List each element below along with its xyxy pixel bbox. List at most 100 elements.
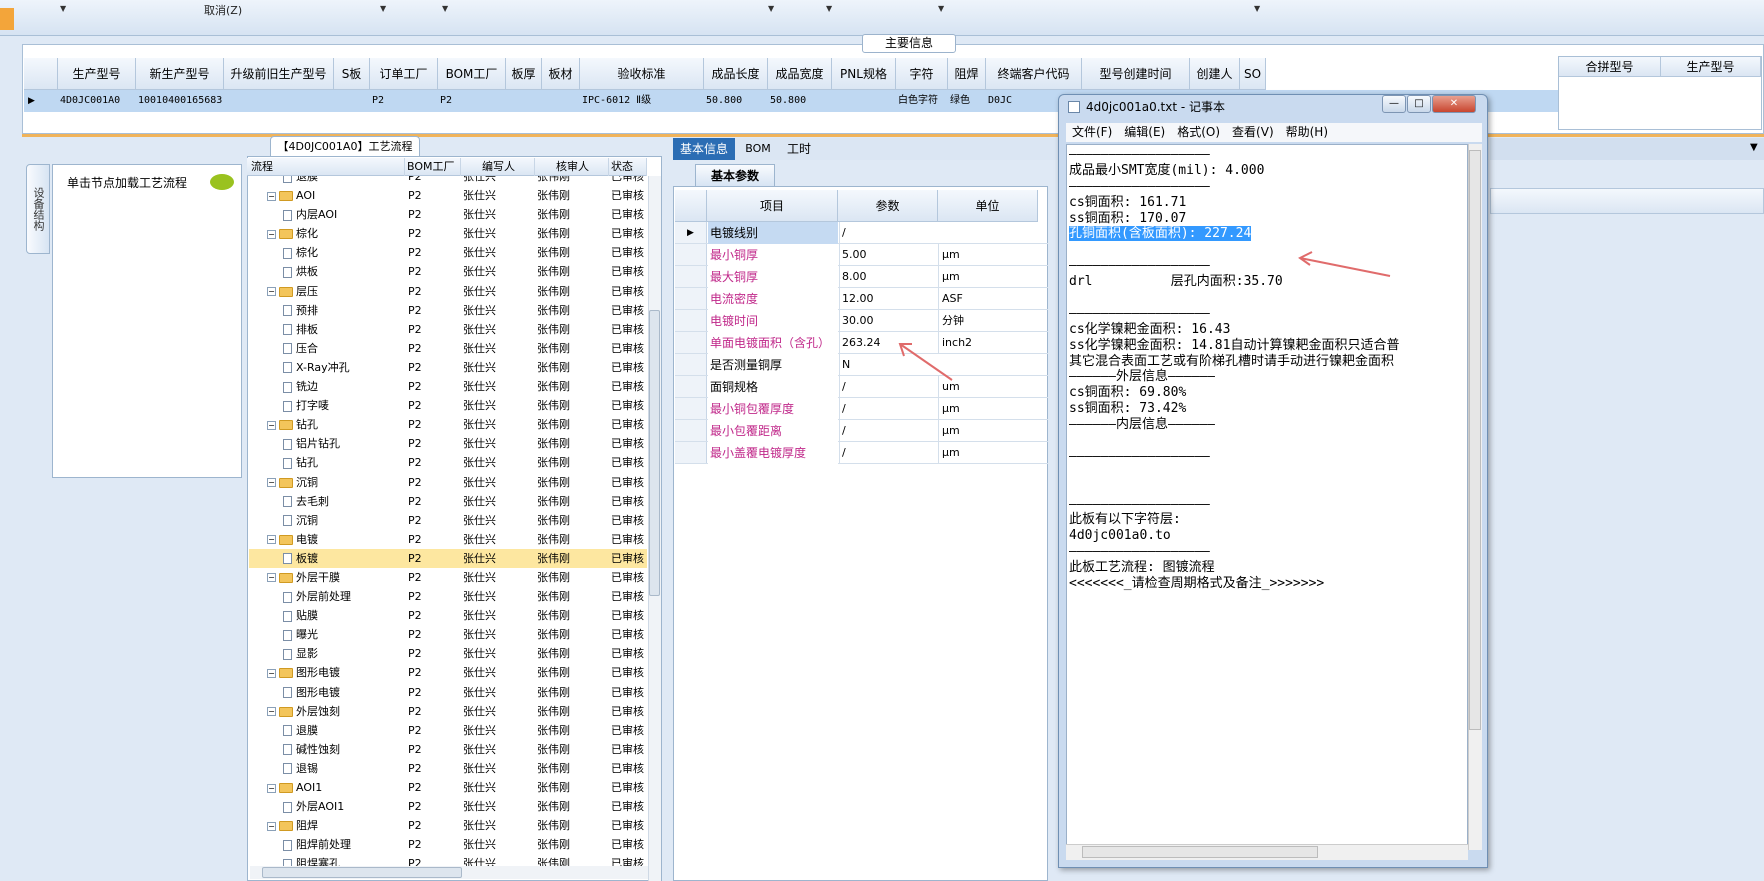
main-cell[interactable] [226,90,334,112]
collapse-icon[interactable]: − [267,573,276,583]
tree-node[interactable]: 钻孔 [283,453,405,472]
tree-row[interactable]: 图形电镀 P2 张仕兴 张伟刚 已审核 [249,683,647,702]
collapse-icon[interactable]: − [267,783,276,793]
param-row[interactable]: 最小包覆距离 / μm [675,420,1048,442]
main-cell[interactable]: 10010400165683 [138,90,224,112]
param-value[interactable]: / [839,442,938,464]
tree-node[interactable]: − 钻孔 [267,415,405,434]
main-cell[interactable]: 4D0JC001A0 [60,90,136,112]
tree-node[interactable]: − 沉铜 [267,473,405,492]
tree-row[interactable]: − 图形电镀 P2 张仕兴 张伟刚 已审核 [249,663,647,682]
tree-node[interactable]: − 层压 [267,282,405,301]
collapse-icon[interactable]: − [267,287,276,297]
tree-node[interactable]: 外层前处理 [283,587,405,606]
tree-row[interactable]: 碱性蚀刻 P2 张仕兴 张伟刚 已审核 [249,740,647,759]
tree-row[interactable]: 沉铜 P2 张仕兴 张伟刚 已审核 [249,511,647,530]
tree-row[interactable]: − 沉铜 P2 张仕兴 张伟刚 已审核 [249,473,647,492]
chevron-down-icon[interactable]: ▼ [826,4,832,13]
notepad-menu-item[interactable]: 文件(F) [1072,125,1112,139]
tree-node[interactable]: 排板 [283,320,405,339]
tree-row[interactable]: 去毛刺 P2 张仕兴 张伟刚 已审核 [249,492,647,511]
tree-row[interactable]: 退膜 P2 张仕兴 张伟刚 已审核 [249,176,647,186]
main-cell[interactable]: 绿色 [950,90,986,112]
tree-row[interactable]: 铝片钻孔 P2 张仕兴 张伟刚 已审核 [249,434,647,453]
col-12[interactable]: PNL规格 [832,58,896,90]
tree-row[interactable]: 板镀 P2 张仕兴 张伟刚 已审核 [249,548,647,568]
notepad-menu-item[interactable]: 帮助(H) [1286,125,1328,139]
notepad-menu-item[interactable]: 编辑(E) [1124,125,1165,139]
main-cell[interactable]: 白色字符 [898,90,948,112]
tree-node[interactable]: − 阻焊 [267,816,405,835]
tree-node[interactable]: 碱性蚀刻 [283,740,405,759]
tree-row[interactable]: 预排 P2 张仕兴 张伟刚 已审核 [249,301,647,320]
tree-row[interactable]: 钻孔 P2 张仕兴 张伟刚 已审核 [249,453,647,472]
main-cell[interactable]: P2 [372,90,438,112]
main-cell[interactable] [544,90,580,112]
col-14[interactable]: 阻焊 [948,58,986,90]
cancel-button[interactable]: 取消(Z) [204,2,242,18]
tree-row[interactable]: 排板 P2 张仕兴 张伟刚 已审核 [249,320,647,339]
tree-node[interactable]: 去毛刺 [283,492,405,511]
notepad-scroll-thumb[interactable] [1469,150,1481,730]
tree-row[interactable]: − 棕化 P2 张仕兴 张伟刚 已审核 [249,224,647,243]
main-cell[interactable]: IPC-6012 Ⅱ级 [582,90,704,112]
col-5[interactable]: 订单工厂 [370,58,438,90]
tree-node[interactable]: 阻焊前处理 [283,835,405,854]
tree-node[interactable]: 显影 [283,644,405,663]
tree-row[interactable]: − 层压 P2 张仕兴 张伟刚 已审核 [249,282,647,301]
tree-node[interactable]: − 电镀 [267,530,405,549]
chevron-down-icon[interactable]: ▼ [938,4,944,13]
tree-row[interactable]: 内层AOI P2 张仕兴 张伟刚 已审核 [249,205,647,224]
main-cell[interactable] [508,90,542,112]
tree-row[interactable]: − 外层干膜 P2 张仕兴 张伟刚 已审核 [249,568,647,587]
tree-row[interactable]: − 阻焊 P2 张仕兴 张伟刚 已审核 [249,816,647,835]
tree-node[interactable]: 图形电镀 [283,683,405,702]
col-9[interactable]: 验收标准 [580,58,704,90]
col-4[interactable]: S板 [334,58,370,90]
tree-row[interactable]: 外层AOI1 P2 张仕兴 张伟刚 已审核 [249,797,647,816]
chevron-down-icon[interactable]: ▼ [768,4,774,13]
tab-basic-info[interactable]: 基本信息 [673,138,735,160]
tree-node[interactable]: 铣边 [283,377,405,396]
col-7[interactable]: 板厚 [506,58,542,90]
collapse-icon[interactable]: − [267,420,276,430]
col-production-model[interactable]: 生产型号 [1661,57,1761,77]
tree-row[interactable]: − 钻孔 P2 张仕兴 张伟刚 已审核 [249,415,647,434]
tree-node[interactable]: 打字唛 [283,396,405,415]
tree-row[interactable]: 退锡 P2 张仕兴 张伟刚 已审核 [249,759,647,778]
col-bom-factory[interactable]: BOM工厂 [405,158,461,176]
tree-row[interactable]: 曝光 P2 张仕兴 张伟刚 已审核 [249,625,647,644]
tree-node[interactable]: 退膜 [283,721,405,740]
notepad-menu-item[interactable]: 格式(O) [1177,125,1220,139]
col-status[interactable]: 状态 [609,158,647,176]
collapse-icon[interactable]: − [267,191,276,201]
tree-node[interactable]: 棕化 [283,243,405,262]
col-2[interactable]: 新生产型号 [136,58,224,90]
chevron-down-icon[interactable]: ▼ [380,4,386,13]
tree-scroll-thumb[interactable] [649,310,660,596]
tree-node[interactable]: 板镀 [283,549,405,568]
tree-row[interactable]: 退膜 P2 张仕兴 张伟刚 已审核 [249,721,647,740]
param-row[interactable]: 最小铜包覆厚度 / μm [675,398,1048,420]
tree-row[interactable]: 外层前处理 P2 张仕兴 张伟刚 已审核 [249,587,647,606]
chevron-down-icon[interactable]: ▼ [60,4,66,13]
collapse-icon[interactable]: − [267,668,276,678]
tree-row[interactable]: X-Ray冲孔 P2 张仕兴 张伟刚 已审核 [249,358,647,377]
main-cell[interactable]: 50.800 [770,90,832,112]
col-writer[interactable]: 编写人 [461,158,535,176]
main-cell[interactable]: 50.800 [706,90,768,112]
tree-node[interactable]: 沉铜 [283,511,405,530]
col-6[interactable]: BOM工厂 [438,58,506,90]
tree-row[interactable]: − 电镀 P2 张仕兴 张伟刚 已审核 [249,530,647,549]
maximize-button[interactable]: □ [1407,95,1431,113]
tab-process-flow[interactable]: 【4D0JC001A0】工艺流程 [270,136,420,156]
tab-device-structure[interactable]: 设备结构 [26,164,50,254]
tree-node[interactable]: 退锡 [283,759,405,778]
col-10[interactable]: 成品长度 [704,58,768,90]
tree-row[interactable]: 铣边 P2 张仕兴 张伟刚 已审核 [249,377,647,396]
collapse-icon[interactable]: − [267,478,276,487]
notepad-hscroll-thumb[interactable] [1082,846,1318,858]
col-reviewer[interactable]: 核审人 [535,158,609,176]
tree-node[interactable]: 烘板 [283,262,405,281]
tree-node[interactable]: X-Ray冲孔 [283,358,405,377]
